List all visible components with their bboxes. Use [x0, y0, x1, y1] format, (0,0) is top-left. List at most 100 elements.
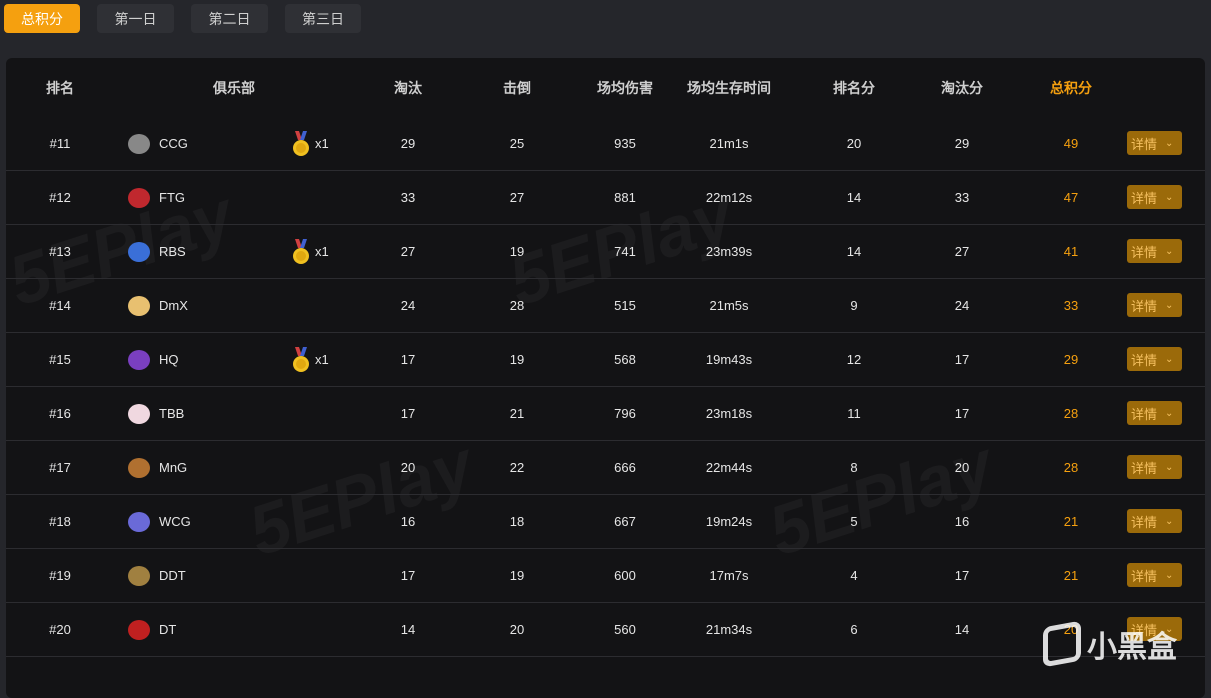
club-name[interactable]: MnG	[159, 441, 187, 494]
table-row: #20 14 20 560 21m34s 6 14 20 DT 详情 ⌄	[6, 603, 1205, 657]
cell-total: 41	[1063, 244, 1079, 259]
cell-elim: 17	[400, 568, 416, 583]
detail-button[interactable]: 详情 ⌄	[1127, 347, 1182, 371]
cell-rankpts: 4	[850, 568, 858, 583]
cell-dmg: 667	[614, 514, 636, 529]
column-header: 排名	[46, 80, 74, 96]
column-header: 淘汰	[394, 80, 422, 96]
cell-knock: 20	[509, 622, 525, 637]
cell-surv: 17m7s	[709, 568, 749, 583]
cell-elim: 33	[400, 190, 416, 205]
cell-rankpts: 14	[846, 244, 862, 259]
cell-rank: #16	[49, 406, 71, 421]
cell-elim: 14	[400, 622, 416, 637]
cell-elimpts: 33	[954, 190, 970, 205]
team-logo-icon	[128, 512, 150, 532]
detail-button[interactable]: 详情 ⌄	[1127, 131, 1182, 155]
chevron-down-icon: ⌄	[1165, 569, 1174, 581]
detail-button[interactable]: 详情 ⌄	[1127, 239, 1182, 263]
cell-rankpts: 11	[847, 406, 861, 421]
tab-3[interactable]: 第三日	[285, 4, 361, 33]
cell-surv: 21m5s	[709, 298, 749, 313]
cell-rankpts: 8	[850, 460, 858, 475]
brand-logo: 小黑盒	[1043, 620, 1177, 668]
detail-button[interactable]: 详情 ⌄	[1127, 401, 1182, 425]
standings-table: 5EPlay 5EPlay 5EPlay 5EPlay 排名俱乐部淘汰击倒场均伤…	[0, 58, 1205, 698]
table-row: #17 20 22 666 22m44s 8 20 28 MnG 详情 ⌄	[6, 441, 1205, 495]
cell-rankpts: 20	[846, 136, 862, 151]
cell-elim: 24	[400, 298, 416, 313]
cell-dmg: 568	[614, 352, 636, 367]
detail-label: 详情	[1131, 352, 1158, 368]
gold-medal-icon	[293, 347, 309, 372]
cell-elimpts: 20	[954, 460, 970, 475]
chevron-down-icon: ⌄	[1165, 461, 1174, 473]
cell-knock: 19	[509, 244, 525, 259]
team-logo-icon	[128, 242, 150, 262]
cell-surv: 19m24s	[705, 514, 753, 529]
chevron-down-icon: ⌄	[1165, 407, 1174, 419]
detail-button[interactable]: 详情 ⌄	[1127, 185, 1182, 209]
club-name[interactable]: RBS	[159, 225, 186, 278]
cell-knock: 18	[509, 514, 525, 529]
detail-label: 详情	[1131, 190, 1158, 206]
cell-rank: #20	[49, 622, 71, 637]
club-name[interactable]: DDT	[159, 549, 186, 602]
day-tabs: 总积分 第一日 第二日 第三日	[4, 4, 361, 33]
table-row: #14 24 28 515 21m5s 9 24 33 DmX 详情 ⌄	[6, 279, 1205, 333]
cell-elimpts: 14	[954, 622, 970, 637]
cell-surv: 19m43s	[705, 352, 753, 367]
chevron-down-icon: ⌄	[1165, 299, 1174, 311]
cell-knock: 25	[509, 136, 525, 151]
club-name[interactable]: CCG	[159, 117, 188, 170]
cell-rank: #17	[49, 460, 71, 475]
table-header: 排名 俱乐部 淘汰 击倒 场均伤害 场均生存时间 排名分 淘汰分 总积分	[6, 58, 1205, 118]
detail-label: 详情	[1131, 514, 1158, 530]
cell-rank: #18	[49, 514, 71, 529]
team-logo-icon	[128, 620, 150, 640]
detail-button[interactable]: 详情 ⌄	[1127, 455, 1182, 479]
cell-surv: 22m44s	[705, 460, 753, 475]
cell-surv: 22m12s	[705, 190, 753, 205]
cell-rank: #15	[49, 352, 71, 367]
club-name[interactable]: DT	[159, 603, 176, 656]
column-header: 俱乐部	[213, 80, 255, 96]
club-name[interactable]: TBB	[159, 387, 184, 440]
cell-rank: #13	[49, 244, 71, 259]
club-name[interactable]: FTG	[159, 171, 185, 224]
team-logo-icon	[128, 296, 150, 316]
column-header: 击倒	[503, 80, 531, 96]
cell-surv: 23m18s	[705, 406, 753, 421]
tab-2[interactable]: 第二日	[191, 4, 268, 33]
cell-elimpts: 17	[954, 568, 970, 583]
detail-button[interactable]: 详情 ⌄	[1127, 293, 1182, 317]
club-name[interactable]: WCG	[159, 495, 191, 548]
detail-label: 详情	[1131, 244, 1158, 260]
table-row: #11 29 25 935 21m1s 20 29 49 CCG x1 详情 ⌄	[6, 117, 1205, 171]
table-row: #12 33 27 881 22m12s 14 33 47 FTG 详情 ⌄	[6, 171, 1205, 225]
chevron-down-icon: ⌄	[1165, 137, 1174, 149]
tab-0[interactable]: 总积分	[4, 4, 80, 33]
cell-rankpts: 6	[850, 622, 858, 637]
detail-button[interactable]: 详情 ⌄	[1127, 509, 1182, 533]
cell-total: 28	[1063, 460, 1079, 475]
cell-total: 47	[1063, 190, 1079, 205]
cell-surv: 23m39s	[705, 244, 753, 259]
cell-elim: 17	[400, 352, 416, 367]
gold-medal-icon	[293, 131, 309, 156]
cell-elimpts: 17	[954, 352, 970, 367]
club-name[interactable]: DmX	[159, 279, 188, 332]
detail-label: 详情	[1131, 406, 1158, 422]
medal-count: x1	[315, 352, 329, 367]
cell-rank: #11	[49, 136, 71, 151]
detail-button[interactable]: 详情 ⌄	[1127, 563, 1182, 587]
cell-knock: 21	[509, 406, 525, 421]
tab-1[interactable]: 第一日	[97, 4, 174, 33]
column-header: 总积分	[1050, 80, 1092, 96]
club-name[interactable]: HQ	[159, 333, 179, 386]
cell-dmg: 881	[614, 190, 636, 205]
cell-rank: #19	[49, 568, 71, 583]
team-logo-icon	[128, 188, 150, 208]
cell-dmg: 935	[614, 136, 636, 151]
cell-dmg: 796	[614, 406, 636, 421]
